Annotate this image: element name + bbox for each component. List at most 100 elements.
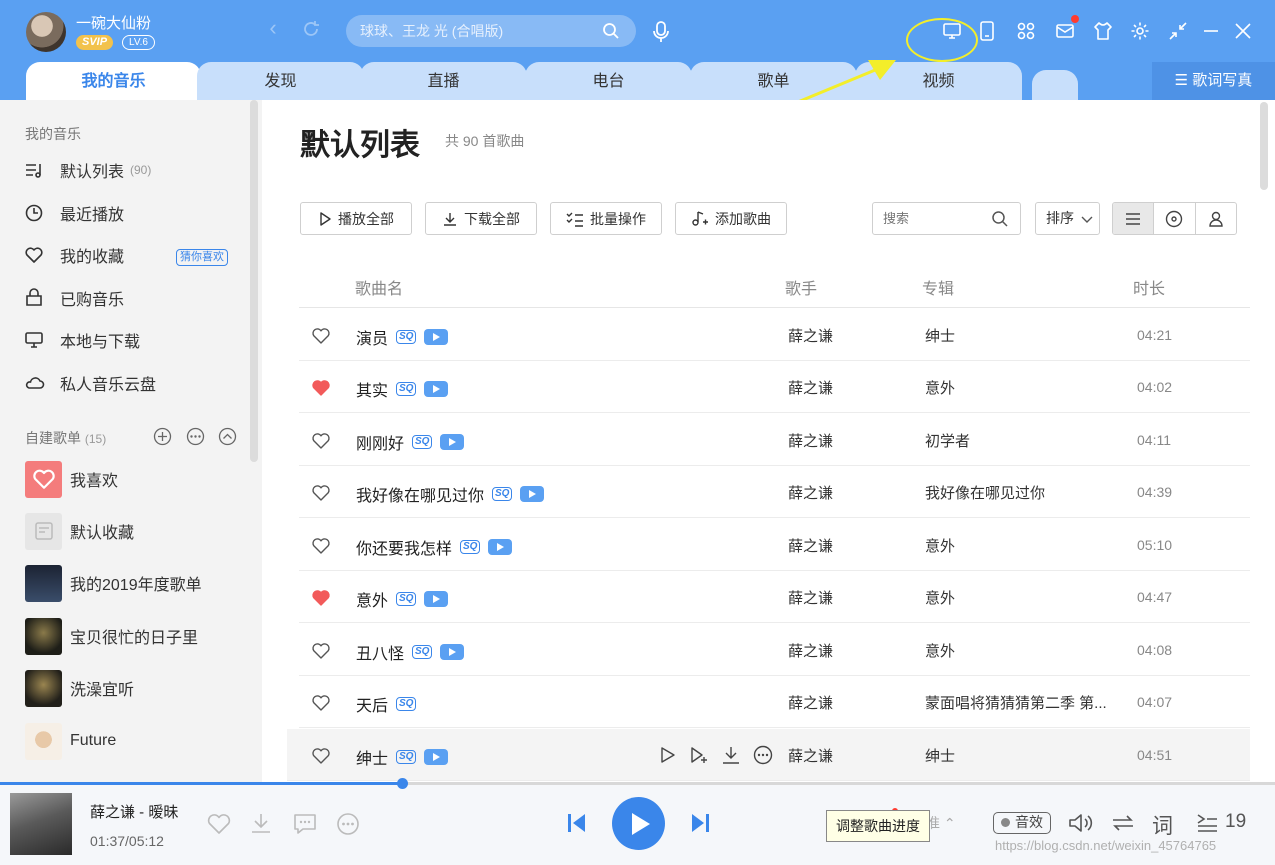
- download-icon[interactable]: [249, 811, 273, 835]
- heart-icon[interactable]: [311, 694, 331, 717]
- song-row[interactable]: 丑八怪 SQ 薛之谦 意外 04:08: [299, 624, 1250, 676]
- song-artist[interactable]: 薛之谦: [788, 587, 833, 608]
- mv-play-icon[interactable]: [424, 329, 449, 345]
- liked-heart-icon[interactable]: [311, 379, 331, 402]
- refresh-icon[interactable]: [300, 18, 322, 40]
- sort-dropdown[interactable]: 排序: [1035, 202, 1100, 235]
- artist-view-button[interactable]: [1196, 203, 1236, 234]
- tab-my-music[interactable]: 我的音乐: [26, 62, 201, 100]
- song-artist[interactable]: 薛之谦: [788, 482, 833, 503]
- column-header-artist[interactable]: 歌手: [785, 275, 817, 299]
- batch-operation-button[interactable]: 批量操作: [550, 202, 662, 235]
- search-icon[interactable]: [991, 210, 1009, 228]
- song-title[interactable]: 绅士: [356, 745, 388, 769]
- username[interactable]: 一碗大仙粉: [76, 12, 151, 33]
- phone-transfer-icon[interactable]: [978, 20, 996, 42]
- add-playlist-icon[interactable]: [153, 427, 172, 446]
- queue-count[interactable]: 19: [1225, 811, 1246, 833]
- song-album[interactable]: 蒙面唱将猜猜猜第二季 第...: [925, 692, 1125, 713]
- sidebar-item-cloud-disk[interactable]: 私人音乐云盘: [24, 368, 254, 398]
- tab-more[interactable]: [1032, 70, 1078, 100]
- song-album[interactable]: 绅士: [925, 325, 1125, 346]
- voice-search-icon[interactable]: [650, 20, 672, 44]
- download-all-button[interactable]: 下载全部: [425, 202, 537, 235]
- playlist-item[interactable]: 我喜欢: [25, 460, 255, 498]
- playlist-queue-icon[interactable]: [1195, 811, 1219, 835]
- sidebar-item-purchased[interactable]: 已购音乐: [24, 283, 254, 313]
- search-icon[interactable]: [602, 22, 620, 40]
- song-title[interactable]: 丑八怪: [356, 640, 404, 664]
- song-artist[interactable]: 薛之谦: [788, 692, 833, 713]
- tab-discover[interactable]: 发现: [197, 62, 364, 100]
- song-artist[interactable]: 薛之谦: [788, 430, 833, 451]
- now-playing-title[interactable]: 薛之谦 - 暧昧: [90, 801, 178, 822]
- song-row[interactable]: 天后 SQ 薛之谦 蒙面唱将猜猜猜第二季 第... 04:07: [299, 676, 1250, 728]
- song-album[interactable]: 我好像在哪见过你: [925, 482, 1125, 503]
- tab-lyrics-photo[interactable]: ☰ 歌词写真: [1152, 62, 1275, 100]
- song-row[interactable]: 绅士 SQ 薛之谦 绅士 04:51: [287, 729, 1250, 781]
- guess-you-like-badge[interactable]: 猜你喜欢: [176, 249, 228, 266]
- play-next-icon[interactable]: [689, 745, 709, 765]
- sidebar-item-recent[interactable]: 最近播放: [24, 198, 254, 228]
- apps-grid-icon[interactable]: [1017, 22, 1035, 40]
- tab-radio[interactable]: 电台: [525, 62, 692, 100]
- song-row[interactable]: 演员 SQ 薛之谦 绅士 04:21: [299, 309, 1250, 361]
- liked-heart-icon[interactable]: [311, 589, 331, 612]
- sidebar-item-local-downloads[interactable]: 本地与下载: [24, 325, 254, 355]
- column-header-album[interactable]: 专辑: [922, 275, 954, 299]
- column-header-duration[interactable]: 时长: [1133, 275, 1165, 299]
- song-album[interactable]: 意外: [925, 377, 1125, 398]
- mv-play-icon[interactable]: [520, 486, 545, 502]
- song-row[interactable]: 其实 SQ 薛之谦 意外 04:02: [299, 361, 1250, 413]
- heart-icon[interactable]: [311, 642, 331, 665]
- avatar[interactable]: [26, 12, 66, 52]
- song-row[interactable]: 刚刚好 SQ 薛之谦 初学者 04:11: [299, 414, 1250, 466]
- tab-live[interactable]: 直播: [360, 62, 527, 100]
- more-options-icon[interactable]: [336, 812, 360, 836]
- volume-icon[interactable]: [1067, 811, 1093, 835]
- song-artist[interactable]: 薛之谦: [788, 640, 833, 661]
- more-options-icon[interactable]: [753, 745, 773, 765]
- heart-icon[interactable]: [311, 537, 331, 560]
- mv-play-icon[interactable]: [488, 539, 513, 555]
- repeat-icon[interactable]: [1110, 811, 1136, 835]
- song-row[interactable]: 你还要我怎样 SQ 薛之谦 意外 05:10: [299, 519, 1250, 571]
- desktop-lyrics-button[interactable]: 词: [1152, 810, 1173, 840]
- download-icon[interactable]: [721, 745, 741, 765]
- back-arrow-icon[interactable]: ‹: [262, 16, 284, 40]
- song-artist[interactable]: 薛之谦: [788, 535, 833, 556]
- song-album[interactable]: 意外: [925, 640, 1125, 661]
- global-search-input[interactable]: [360, 15, 600, 47]
- song-row[interactable]: 我好像在哪见过你 SQ 薛之谦 我好像在哪见过你 04:39: [299, 466, 1250, 518]
- close-icon[interactable]: [1234, 21, 1252, 41]
- mini-mode-icon[interactable]: [1168, 21, 1188, 41]
- heart-icon[interactable]: [311, 747, 331, 770]
- heart-icon[interactable]: [311, 327, 331, 350]
- song-row[interactable]: 意外 SQ 薛之谦 意外 04:47: [299, 571, 1250, 623]
- mv-play-icon[interactable]: [424, 591, 449, 607]
- svip-badge[interactable]: SVIP: [76, 35, 114, 50]
- settings-gear-icon[interactable]: [1130, 21, 1150, 41]
- mv-play-icon[interactable]: [440, 434, 465, 450]
- song-album[interactable]: 意外: [925, 535, 1125, 556]
- playlist-item[interactable]: Future: [25, 722, 255, 760]
- add-song-button[interactable]: 添加歌曲: [675, 202, 787, 235]
- sidebar-scrollbar[interactable]: [250, 100, 258, 462]
- playback-progress-bar[interactable]: [0, 778, 1275, 789]
- song-title[interactable]: 演员: [356, 325, 388, 349]
- sidebar-item-default-list[interactable]: 默认列表 (90): [24, 155, 254, 185]
- song-title[interactable]: 其实: [356, 377, 388, 401]
- level-badge[interactable]: LV.6: [122, 35, 155, 50]
- next-track-icon[interactable]: [690, 811, 712, 835]
- play-pause-button[interactable]: [612, 797, 665, 850]
- song-title[interactable]: 我好像在哪见过你: [356, 482, 484, 506]
- playlist-item[interactable]: 宝贝很忙的日子里: [25, 617, 255, 655]
- song-album[interactable]: 意外: [925, 587, 1125, 608]
- song-album[interactable]: 绅士: [925, 745, 1125, 766]
- minimize-icon[interactable]: [1202, 21, 1220, 41]
- main-scrollbar[interactable]: [1260, 102, 1268, 190]
- song-title[interactable]: 天后: [356, 692, 388, 716]
- column-header-song[interactable]: 歌曲名: [355, 275, 403, 299]
- mv-play-icon[interactable]: [424, 749, 449, 765]
- song-artist[interactable]: 薛之谦: [788, 325, 833, 346]
